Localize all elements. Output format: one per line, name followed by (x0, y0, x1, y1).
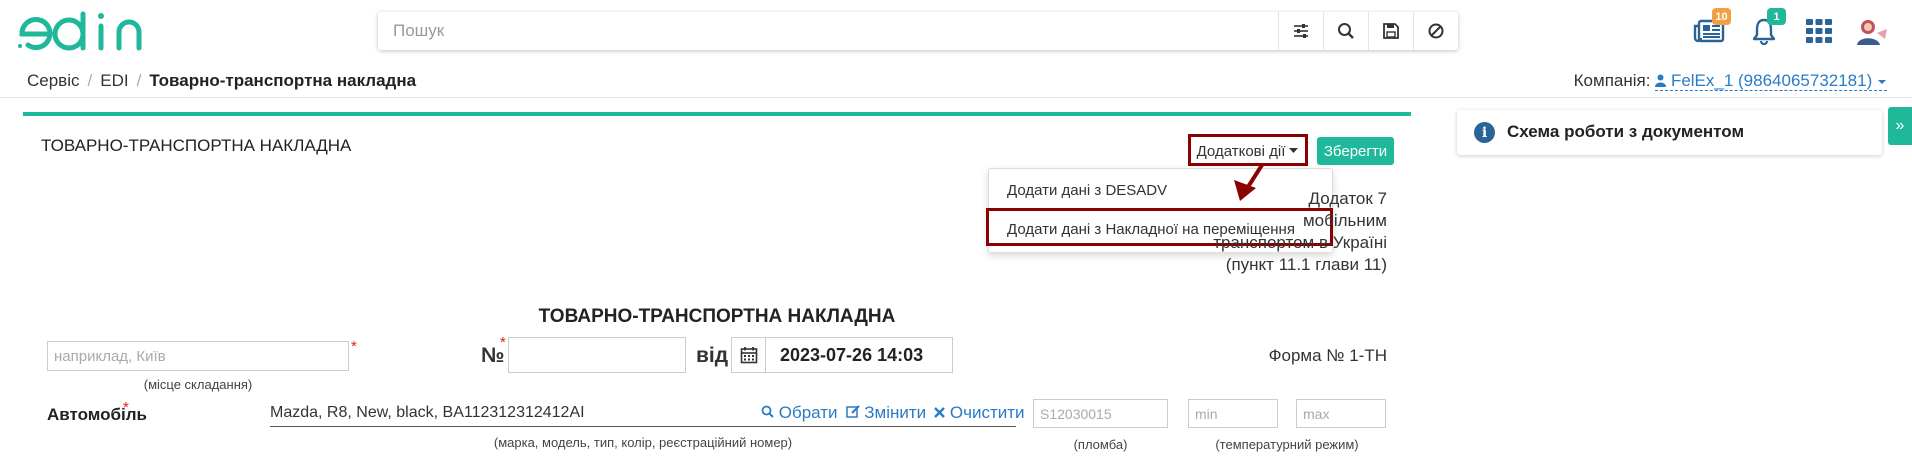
appendix-line: (пункт 11.1 глави 11) (1225, 255, 1387, 274)
temp-hint: (температурний режим) (1215, 437, 1359, 452)
edin-logo[interactable] (16, 10, 161, 56)
calendar-button[interactable] (732, 338, 766, 372)
date-picker[interactable]: 2023-07-26 14:03 (731, 337, 953, 373)
document-title: ТОВАРНО-ТРАНСПОРТНА НАКЛАДНА (41, 136, 352, 155)
edit-icon (845, 405, 860, 418)
breadcrumb-item-edi[interactable]: EDI (100, 71, 128, 90)
required-marker: * (351, 338, 357, 355)
document-number-input[interactable] (508, 337, 686, 373)
appendix-line: Додаток 7 (1308, 189, 1387, 208)
avatar-icon (1857, 20, 1887, 45)
breadcrumb-current: Товарно-транспортна накладна (149, 71, 417, 90)
notifications-button[interactable]: 1 (1746, 8, 1786, 48)
breadcrumb-separator: / (87, 71, 93, 90)
sliders-icon (1294, 24, 1308, 38)
form-title: ТОВАРНО-ТРАНСПОРТНА НАКЛАДНА (538, 306, 896, 327)
car-label: Автомобіль (47, 405, 147, 424)
document-workflow-card[interactable]: i Схема роботи з документом (1457, 110, 1882, 155)
user-avatar[interactable] (1853, 14, 1889, 48)
close-icon (934, 407, 946, 418)
appendix-line: мобільним (1302, 211, 1387, 230)
search-button[interactable] (1323, 12, 1368, 50)
date-value: 2023-07-26 14:03 (780, 345, 924, 365)
info-icon: i (1474, 122, 1495, 143)
document-panel: ТОВАРНО-ТРАНСПОРТНА НАКЛАДНА Додаткові д… (23, 112, 1411, 465)
clear-label: Очистити (949, 403, 1025, 422)
choose-label: Обрати (778, 403, 838, 422)
company-name: FelEx_1 (9864065732181) (1670, 71, 1873, 90)
grid-icon (1806, 19, 1832, 43)
top-bar: 10 1 (0, 0, 1912, 62)
breadcrumb: Сервіс / EDI / Товарно-транспортна накладна (27, 71, 416, 91)
company-dropdown[interactable]: FelEx_1 (9864065732181) (1655, 71, 1887, 91)
breadcrumb-separator: / (136, 71, 142, 90)
calendar-icon (740, 347, 757, 364)
caret-down-icon (1878, 80, 1886, 84)
temp-min-input[interactable] (1188, 399, 1278, 428)
double-chevron-right-icon: » (1895, 117, 1905, 134)
documents-badge: 10 (1712, 8, 1731, 25)
seal-hint: (пломба) (1073, 437, 1128, 452)
user-icon (1655, 74, 1667, 87)
breadcrumb-bar: Сервіс / EDI / Товарно-транспортна накладна … (0, 62, 1912, 98)
change-label: Змінити (864, 403, 927, 422)
clear-car-link[interactable]: Очистити (934, 403, 1025, 422)
date-from-label: від (696, 344, 729, 367)
search-bar (378, 12, 1458, 50)
reset-search-button[interactable] (1413, 12, 1458, 50)
ban-icon (1428, 23, 1444, 39)
side-panel-toggle[interactable]: » (1888, 107, 1912, 145)
required-marker: * (123, 399, 129, 416)
choose-car-link[interactable]: Обрати (761, 403, 838, 422)
place-hint: (місце складання) (143, 377, 253, 392)
actions-highlight-frame (1188, 134, 1308, 166)
search-input[interactable] (378, 12, 1288, 50)
required-marker: * (500, 334, 506, 351)
notifications-badge: 1 (1767, 8, 1786, 25)
temp-max-input[interactable] (1296, 399, 1386, 428)
workflow-title: Схема роботи з документом (1507, 122, 1745, 141)
car-actions: Обрати Змінити Очистити (761, 403, 1033, 423)
filter-settings-button[interactable] (1278, 12, 1323, 50)
appendix-line: транспортом в Україні (1213, 233, 1387, 252)
save-search-button[interactable] (1368, 12, 1413, 50)
car-hint: (марка, модель, тип, колір, реєстраційни… (493, 435, 793, 450)
save-button[interactable]: Зберегти (1317, 137, 1394, 165)
place-of-issue-input[interactable] (47, 341, 349, 371)
company-label: Компанія: (1573, 71, 1651, 90)
search-icon (1338, 23, 1354, 39)
search-icon (761, 405, 774, 418)
breadcrumb-item-service[interactable]: Сервіс (27, 71, 80, 90)
seal-input[interactable] (1033, 399, 1168, 428)
apps-menu-button[interactable] (1801, 14, 1837, 48)
car-value: Mazda, R8, New, black, BA112312312412AI (270, 404, 585, 421)
documents-button[interactable]: 10 (1691, 8, 1731, 48)
appendix-note: Додаток 7 мобільним транспортом в Україн… (1213, 188, 1387, 276)
floppy-disk-icon (1383, 23, 1399, 39)
change-car-link[interactable]: Змінити (845, 403, 927, 422)
form-number: Форма № 1-ТН (1268, 346, 1387, 365)
company-selector: Компанія: FelEx_1 (9864065732181) (1574, 71, 1887, 91)
